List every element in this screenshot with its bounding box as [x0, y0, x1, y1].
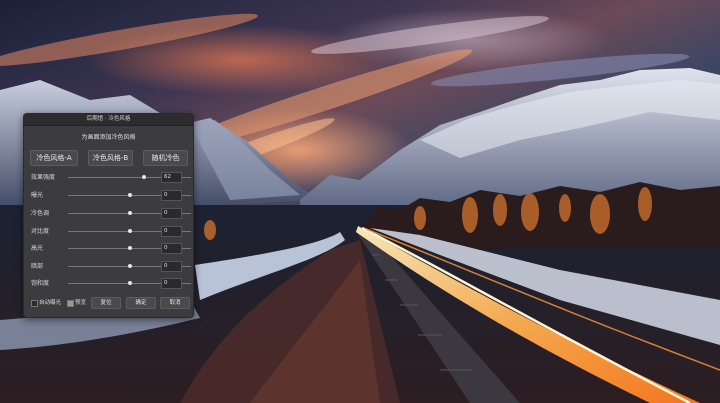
preview-label: 预览	[75, 300, 87, 306]
ok-button[interactable]: 确定	[126, 297, 156, 309]
slider-thumb[interactable]	[127, 229, 132, 233]
slider-label: 效果强度	[31, 174, 56, 181]
slider-row-cool-tone: 冷色调 0	[30, 208, 191, 220]
preview-checkbox[interactable]	[67, 300, 74, 307]
slider-row-contrast: 对比度 0	[30, 226, 191, 238]
dialog-title[interactable]: 后期馆 · 冷色风格	[24, 114, 193, 126]
slider-label: 饱和度	[31, 280, 50, 287]
random-cool-button[interactable]: 随机冷色	[143, 150, 188, 166]
slider-label: 对比度	[31, 228, 50, 235]
slider-value-field[interactable]: 0	[161, 190, 182, 201]
dialog-subtitle: 为画面添加冷色风格	[81, 134, 136, 141]
slider-row-strength: 效果强度 62	[30, 172, 191, 184]
auto-exposure-checkbox[interactable]	[31, 300, 38, 307]
slider-label: 曝光	[31, 192, 44, 199]
preset-buttons: 冷色风格-A 冷色风格-B 随机冷色	[30, 150, 188, 166]
slider-label: 冷色调	[31, 210, 50, 217]
slider-label: 高光	[31, 245, 44, 252]
slider-thumb[interactable]	[127, 211, 132, 215]
slider-value-field[interactable]: 0	[161, 278, 182, 289]
slider-value-field[interactable]: 0	[161, 243, 182, 254]
preset-a-button[interactable]: 冷色风格-A	[30, 150, 78, 166]
slider-value-field[interactable]: 62	[161, 172, 182, 183]
dialog-footer: 自动曝光 预览 复位 确定 取消	[30, 297, 190, 309]
cool-style-dialog: 后期馆 · 冷色风格 为画面添加冷色风格 冷色风格-A 冷色风格-B 随机冷色 …	[23, 113, 194, 318]
slider-row-shadows: 暗部 0	[30, 261, 191, 273]
cancel-button[interactable]: 取消	[160, 297, 190, 309]
reset-button[interactable]: 复位	[91, 297, 121, 309]
slider-value-field[interactable]: 0	[161, 208, 182, 219]
slider-row-saturation: 饱和度 0	[30, 278, 191, 290]
preset-b-button[interactable]: 冷色风格-B	[88, 150, 133, 166]
slider-label: 暗部	[31, 263, 44, 270]
slider-thumb[interactable]	[127, 264, 132, 268]
slider-value-field[interactable]: 0	[161, 261, 182, 272]
slider-row-highlights: 高光 0	[30, 243, 191, 255]
slider-thumb[interactable]	[127, 246, 132, 250]
slider-row-exposure: 曝光 0	[30, 190, 191, 202]
slider-thumb[interactable]	[127, 281, 132, 285]
auto-exposure-label: 自动曝光	[39, 300, 62, 306]
slider-thumb[interactable]	[127, 193, 132, 197]
slider-value-field[interactable]: 0	[161, 226, 182, 237]
slider-thumb[interactable]	[142, 175, 147, 179]
